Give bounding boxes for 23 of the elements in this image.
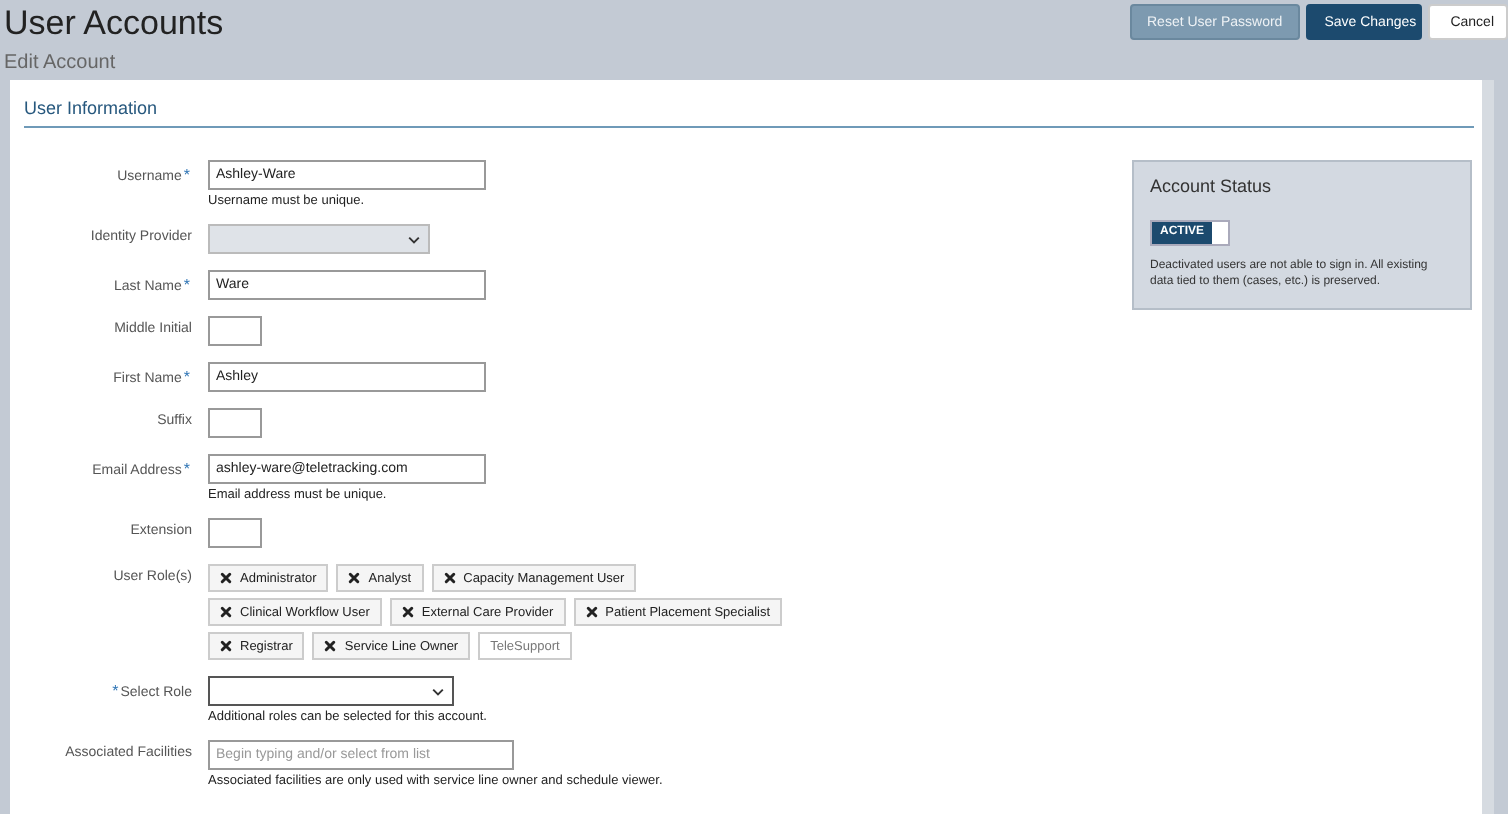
chevron-down-icon [432, 687, 444, 695]
remove-icon[interactable] [220, 640, 232, 652]
remove-icon[interactable] [585, 606, 598, 618]
required-mark: * [183, 460, 190, 478]
input-field[interactable] [208, 518, 262, 548]
remove-icon[interactable] [348, 572, 361, 584]
required-mark: * [183, 368, 190, 386]
dropdown-field[interactable] [208, 676, 454, 706]
remove-icon[interactable] [401, 606, 414, 618]
section-heading: User Information [24, 98, 1474, 128]
chevron-down-icon [408, 235, 420, 243]
page-title: User Accounts [4, 2, 224, 46]
remove-icon[interactable] [220, 606, 232, 618]
required-mark: * [112, 682, 119, 700]
required-mark: * [183, 276, 190, 294]
input-field[interactable] [208, 408, 262, 438]
status-title: Account Status [1150, 176, 1274, 196]
required-mark: * [183, 166, 190, 184]
input-field[interactable] [208, 316, 262, 346]
remove-icon[interactable] [324, 640, 337, 652]
page-subtitle: Edit Account [4, 52, 118, 74]
remove-icon[interactable] [443, 572, 456, 584]
remove-icon[interactable] [220, 572, 232, 584]
